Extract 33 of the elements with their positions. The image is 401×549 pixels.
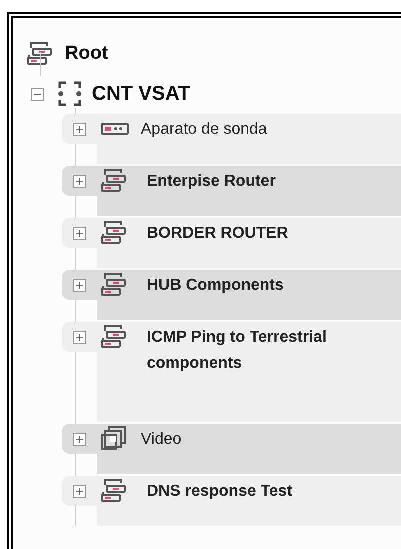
device-icon [101,123,129,135]
tree-row[interactable]: Enterpise Router [97,166,401,216]
router-icon [27,41,55,67]
tree-node-label: Aparato de sonda [141,120,268,140]
router-icon [101,272,129,298]
expand-toggle[interactable] [73,226,86,240]
stacked-windows-icon [101,426,127,452]
tree-row[interactable]: BORDER ROUTER [97,218,401,268]
tree-node-label: DNS response Test [147,482,294,502]
router-icon [101,324,129,350]
group-icon [58,80,82,108]
tree-node-label: HUB Components [147,276,285,296]
tree-row[interactable]: ICMP Ping to Terrestrial components [97,322,401,422]
tree-row[interactable]: Video [97,424,401,474]
tree-row[interactable]: HUB Components [97,270,401,320]
tree-row[interactable]: DNS response Test [97,476,401,526]
tree-node-label: ICMP Ping to Terrestrial components [147,328,328,374]
expand-toggle[interactable] [73,484,86,498]
tree-node-label: Video [141,430,183,450]
tree-node-label[interactable]: Root [65,40,108,68]
tree-row[interactable]: Aparato de sonda [97,114,401,164]
collapse-toggle[interactable] [31,88,44,100]
router-icon [101,220,129,246]
tree-node-label: BORDER ROUTER [147,224,290,244]
expand-toggle[interactable] [73,278,86,292]
expand-toggle[interactable] [73,432,86,446]
expand-toggle[interactable] [73,174,86,188]
tree-node-label[interactable]: CNT VSAT [92,79,191,109]
tree-node-label: Enterpise Router [147,172,277,192]
router-icon [101,478,129,504]
expand-toggle[interactable] [73,122,86,136]
expand-toggle[interactable] [73,330,86,344]
router-icon [101,168,129,194]
